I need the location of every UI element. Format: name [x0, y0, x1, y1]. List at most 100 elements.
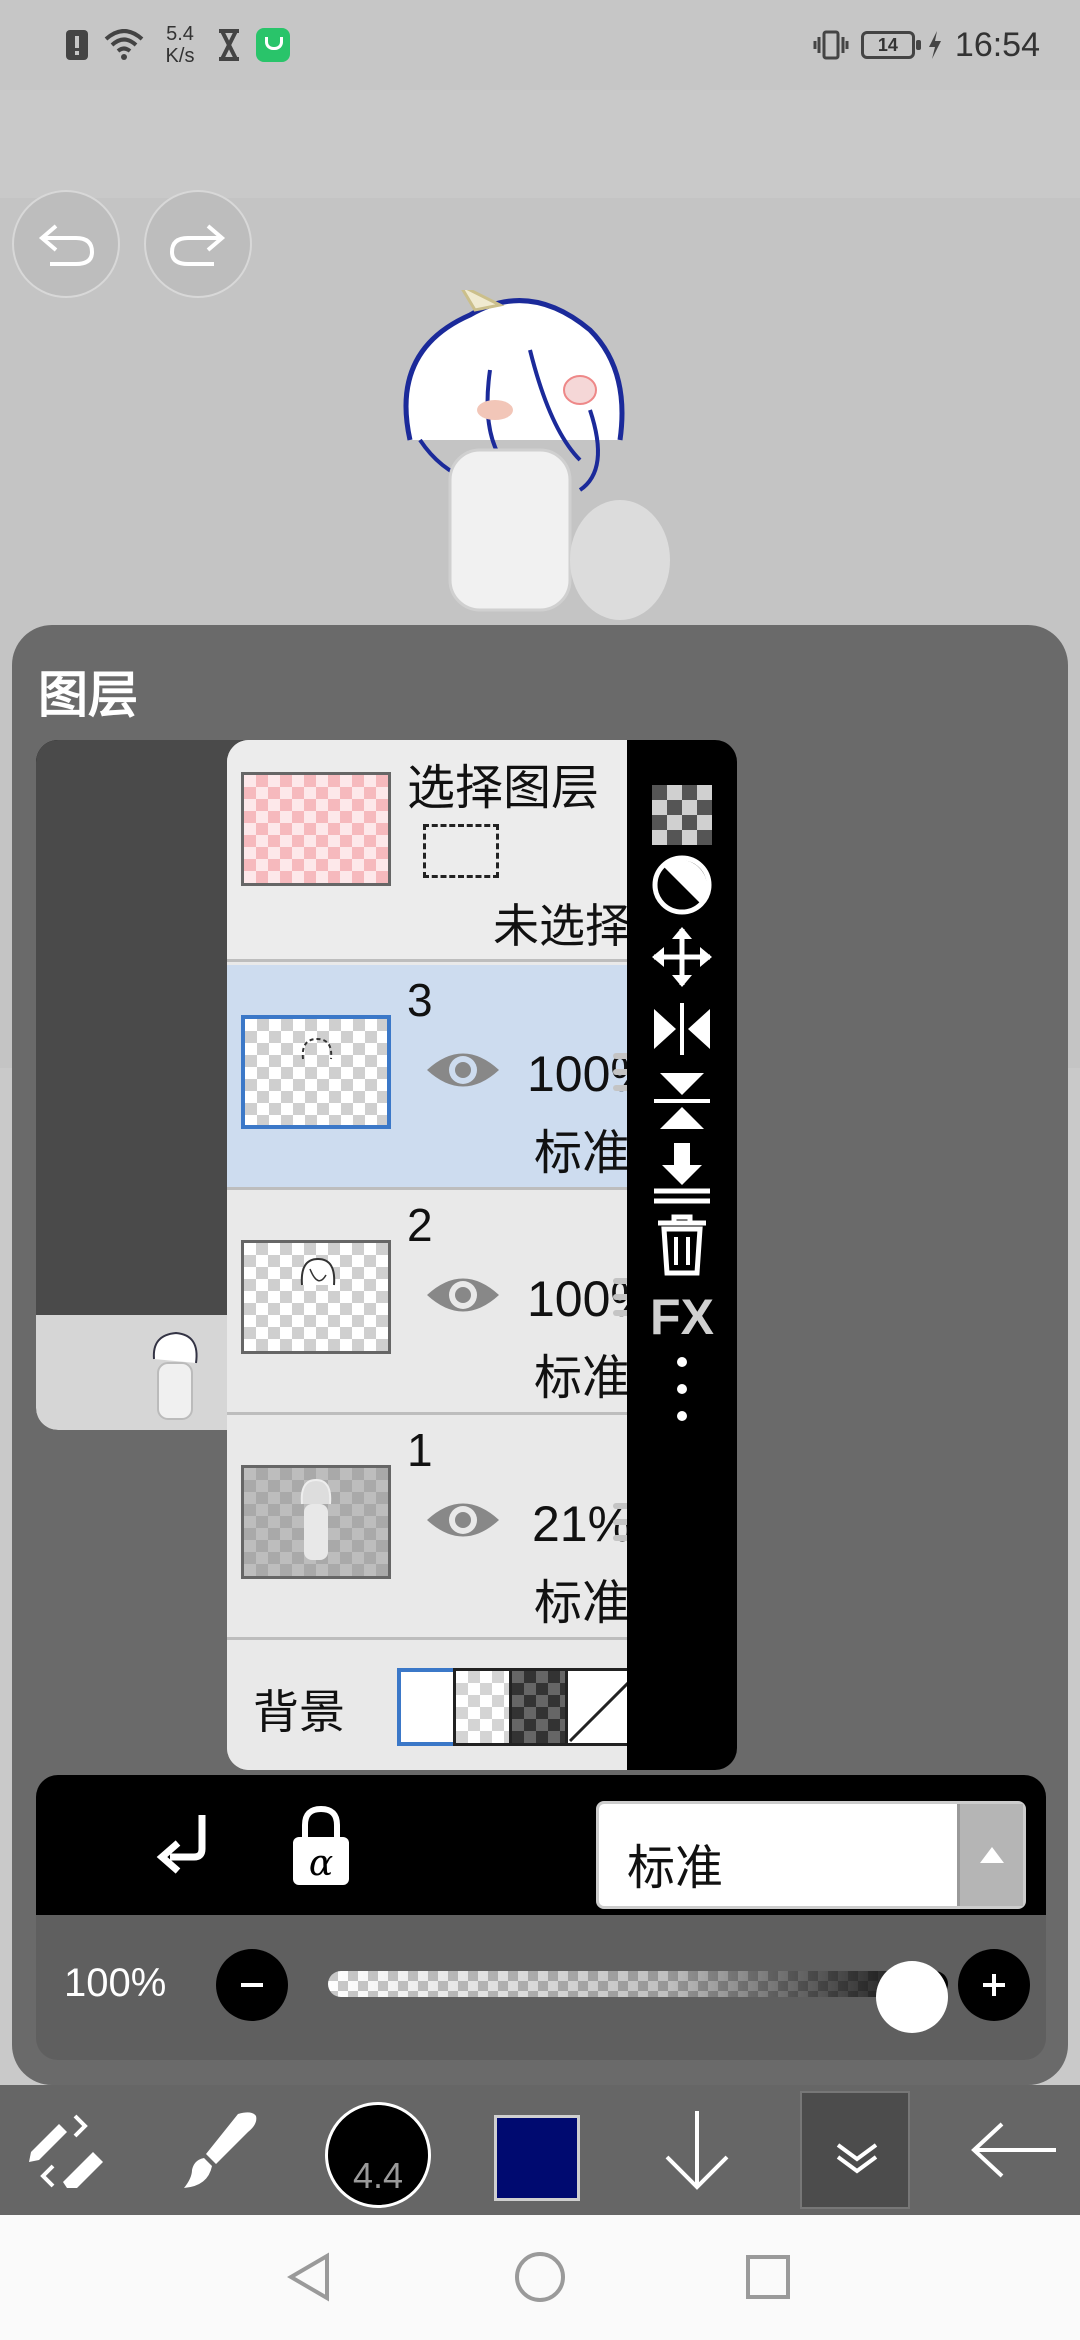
- blend-mode-dropdown[interactable]: 标准: [596, 1801, 1026, 1909]
- layer-number: 1: [407, 1424, 433, 1476]
- brush-icon: [184, 2112, 257, 2188]
- nav-recents-button[interactable]: [738, 2247, 798, 2307]
- clip-arrow-icon: [156, 1815, 206, 1874]
- selection-rect-icon: [423, 824, 499, 878]
- minus-icon: [241, 1983, 263, 1987]
- battery-indicator: 14: [860, 31, 921, 59]
- layer-row[interactable]: 3 100% 标准: [227, 965, 647, 1190]
- transparency-lock-button[interactable]: [647, 780, 717, 850]
- flip-vertical-side-button[interactable]: [647, 1066, 717, 1136]
- collapse-panel-button[interactable]: [800, 2091, 910, 2209]
- layer-row[interactable]: 2 100% 标准: [227, 1190, 647, 1415]
- panel-title: 图层: [38, 667, 138, 723]
- system-nav-bar: [0, 2215, 1080, 2340]
- alert-sim-icon: [66, 30, 88, 60]
- svg-text:α: α: [309, 1843, 333, 1884]
- flip-horizontal-icon: [654, 1003, 710, 1055]
- layer-side-toolbar: FX: [627, 740, 737, 1770]
- vertical-dots-icon: [677, 1357, 687, 1421]
- background-row: 背景: [227, 1640, 647, 1770]
- layer-thumbnail-sketch: [300, 1478, 332, 1560]
- checkerboard-icon: [652, 785, 712, 845]
- visibility-eye-icon[interactable]: [423, 1043, 503, 1097]
- alpha-lock-icon: α: [293, 1805, 349, 1885]
- trash-icon: [658, 1214, 706, 1276]
- tool-switch-button[interactable]: [20, 2085, 110, 2215]
- scroll-down-button[interactable]: [652, 2085, 742, 2215]
- redo-icon: [169, 224, 226, 266]
- brush-size-value: 4.4: [352, 2155, 404, 2196]
- merge-down-icon: [654, 1143, 710, 1204]
- nav-home-button[interactable]: [510, 2247, 570, 2307]
- merge-down-button[interactable]: [647, 1138, 717, 1208]
- opacity-increase-button[interactable]: [958, 1949, 1030, 2021]
- pen-eraser-switch-icon: [29, 2114, 103, 2188]
- nav-back-button[interactable]: [280, 2247, 340, 2307]
- nav-recents-icon: [746, 2255, 790, 2299]
- clipping-button[interactable]: [647, 850, 717, 920]
- layer-fx-button[interactable]: FX: [647, 1282, 717, 1352]
- visibility-eye-icon[interactable]: [423, 1493, 503, 1547]
- flip-vertical-icon: [654, 1073, 710, 1129]
- half-circle-icon: [652, 855, 712, 915]
- delete-layer-button[interactable]: [647, 1210, 717, 1280]
- undo-button[interactable]: [12, 190, 120, 298]
- charging-icon: [928, 31, 941, 59]
- status-left-icons: 5.4 K/s: [64, 18, 290, 72]
- layer-thumbnail: [241, 1015, 391, 1129]
- layer-blend-mode: 标准: [533, 1127, 630, 1180]
- selection-status: 未选择: [493, 900, 631, 952]
- layer-number: 3: [407, 974, 433, 1026]
- wifi-icon: [104, 29, 144, 60]
- brush-tool-button[interactable]: [170, 2085, 270, 2215]
- fx-label: FX: [650, 1289, 714, 1345]
- selection-layer-row[interactable]: 选择图层 未选择: [227, 740, 647, 962]
- network-speed-unit: K/s: [165, 45, 195, 67]
- hourglass-icon: [219, 29, 239, 61]
- brush-size-button[interactable]: 4.4: [325, 2102, 431, 2208]
- status-bar: 5.4 K/s 14 16:54: [0, 0, 1080, 90]
- arrow-left-icon: [971, 2122, 1056, 2178]
- visibility-eye-icon[interactable]: [423, 1268, 503, 1322]
- opacity-slider[interactable]: [328, 1971, 948, 1997]
- more-options-button[interactable]: [647, 1354, 717, 1424]
- network-speed: 5.4 K/s: [158, 23, 202, 67]
- color-swatch-button[interactable]: [494, 2115, 580, 2201]
- layer-thumbnail: [241, 1465, 391, 1579]
- back-button[interactable]: [965, 2085, 1065, 2215]
- blend-settings-bar: α 标准: [36, 1775, 1046, 1915]
- flip-horizontal-side-button[interactable]: [647, 994, 717, 1064]
- network-speed-value: 5.4: [166, 23, 194, 45]
- preview-artwork: [152, 1331, 198, 1420]
- layer-number: 2: [407, 1199, 433, 1251]
- selection-layer-thumbnail: [241, 772, 391, 886]
- layer-thumbnail-sketch: [300, 1257, 336, 1286]
- canvas-artwork: [403, 290, 670, 620]
- caret-up-icon: [957, 1804, 1023, 1906]
- layer-thumbnail: [241, 1240, 391, 1354]
- alpha-lock-button[interactable]: α: [281, 1801, 361, 1891]
- layer-blend-mode: 标准: [533, 1577, 630, 1630]
- opacity-slider-knob[interactable]: [876, 1961, 948, 2033]
- vibrate-icon: [813, 30, 849, 60]
- layer-list: 选择图层 未选择 3 100% 标准 2 100% 标准 1 21% 标准 背景: [227, 740, 647, 1770]
- redo-button[interactable]: [144, 190, 252, 298]
- app-notification-icon: [256, 28, 290, 62]
- layer-thumbnail-sketch: [301, 1037, 333, 1060]
- layer-row[interactable]: 1 21% 标准: [227, 1415, 647, 1640]
- double-chevron-down-icon: [836, 2143, 878, 2174]
- opacity-value: 100%: [64, 1961, 167, 2005]
- clip-to-below-button[interactable]: [146, 1805, 226, 1885]
- move-arrows-icon: [652, 927, 712, 987]
- selection-layer-title: 选择图层: [407, 762, 600, 815]
- background-label: 背景: [253, 1686, 345, 1738]
- clock: 16:54: [954, 25, 1040, 64]
- layer-blend-mode: 标准: [533, 1352, 630, 1405]
- nav-back-icon: [287, 2252, 329, 2302]
- bottom-toolbar: 4.4: [0, 2085, 1080, 2215]
- blend-mode-value: 标准: [627, 1842, 724, 1895]
- layer-opacity-bar: 100%: [36, 1915, 1046, 2060]
- opacity-decrease-button[interactable]: [216, 1949, 288, 2021]
- move-layer-button[interactable]: [647, 922, 717, 992]
- status-right-icons: 14 16:54: [813, 18, 1040, 72]
